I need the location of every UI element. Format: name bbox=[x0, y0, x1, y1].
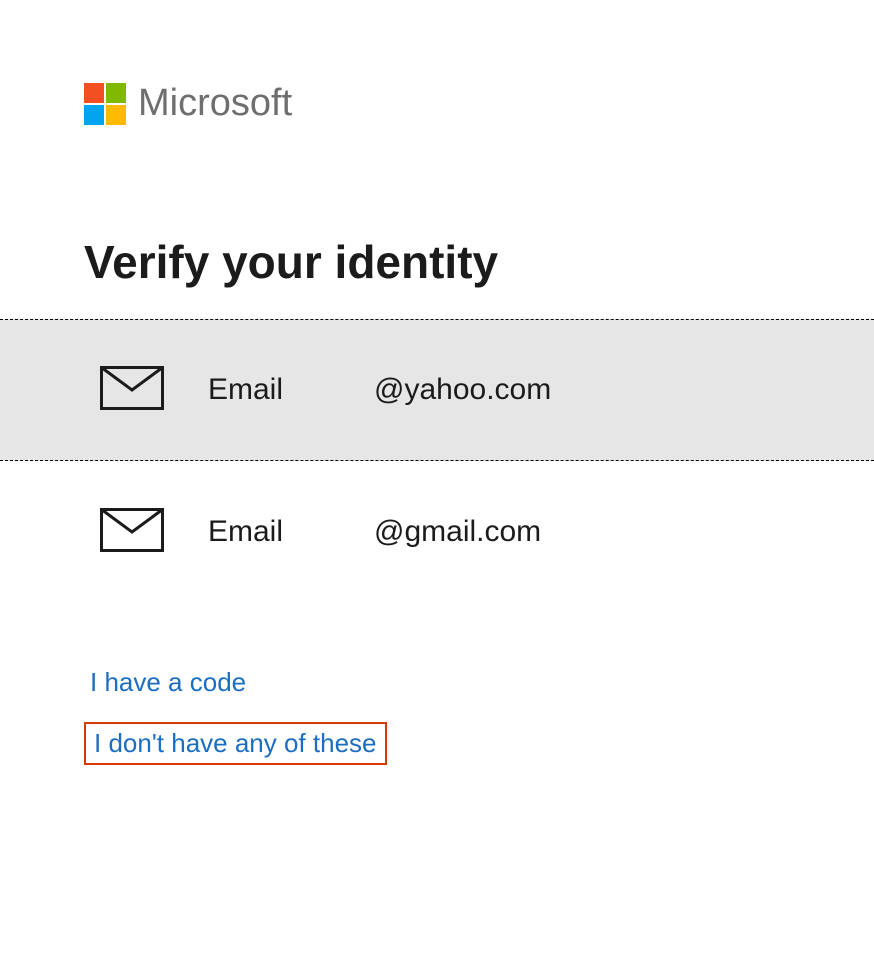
envelope-icon bbox=[100, 366, 164, 415]
verify-identity-page: Microsoft Verify your identity Email @ya… bbox=[0, 0, 874, 785]
verify-option-yahoo[interactable]: Email @yahoo.com bbox=[0, 319, 874, 461]
links-section: I have a code I don't have any of these bbox=[0, 603, 874, 785]
option-domain: @gmail.com bbox=[374, 515, 541, 549]
verify-option-gmail[interactable]: Email @gmail.com bbox=[0, 461, 874, 603]
page-title: Verify your identity bbox=[0, 125, 874, 319]
option-domain: @yahoo.com bbox=[374, 373, 551, 407]
microsoft-logo-icon bbox=[84, 83, 126, 125]
have-code-link[interactable]: I have a code bbox=[84, 663, 252, 702]
brand-name: Microsoft bbox=[138, 82, 292, 125]
dont-have-any-link[interactable]: I don't have any of these bbox=[84, 722, 387, 765]
option-label: Email bbox=[208, 373, 358, 407]
envelope-icon bbox=[100, 508, 164, 557]
option-label: Email bbox=[208, 515, 358, 549]
brand-header: Microsoft bbox=[0, 0, 874, 125]
